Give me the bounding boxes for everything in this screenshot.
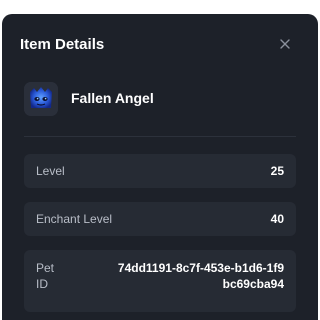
item-details-modal: Item Details Fallen Angel Level 25 Encha… bbox=[2, 14, 318, 320]
close-button[interactable] bbox=[278, 37, 292, 51]
pet-id-value[interactable]: 74dd1191-8c7f-453e-b1d6-1f9bc69cba94 bbox=[114, 260, 284, 292]
enchant-level-label: Enchant Level bbox=[36, 212, 113, 226]
close-icon bbox=[280, 39, 290, 49]
pet-id-field: Pet ID 74dd1191-8c7f-453e-b1d6-1f9bc69cb… bbox=[24, 250, 296, 312]
level-label: Level bbox=[36, 164, 65, 178]
modal-title: Item Details bbox=[20, 36, 105, 53]
level-field: Level 25 bbox=[24, 154, 296, 188]
enchant-level-field: Enchant Level 40 bbox=[24, 202, 296, 236]
pet-id-label: Pet ID bbox=[36, 261, 55, 291]
item-name: Fallen Angel bbox=[71, 90, 154, 106]
level-value: 25 bbox=[270, 164, 284, 178]
pet-thumbnail-icon bbox=[24, 82, 58, 116]
modal-header: Item Details bbox=[20, 36, 300, 58]
enchant-level-value: 40 bbox=[270, 212, 284, 226]
divider bbox=[24, 136, 296, 137]
item-summary: Fallen Angel bbox=[24, 82, 296, 118]
